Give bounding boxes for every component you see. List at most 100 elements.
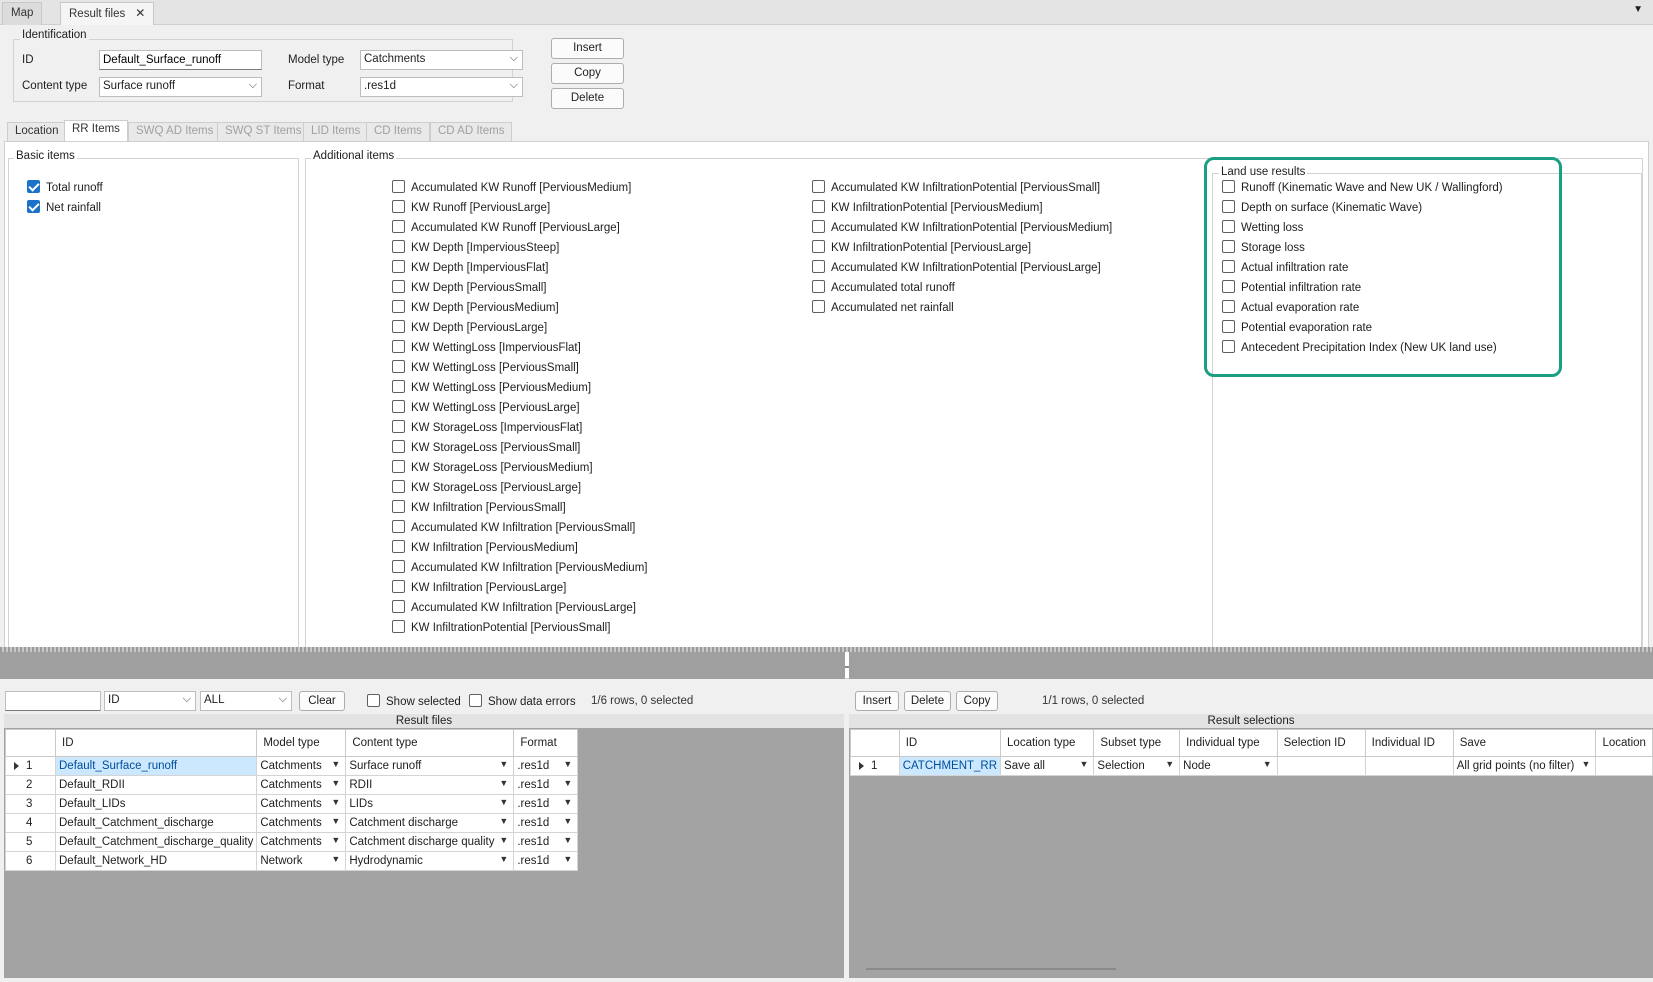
field-select[interactable]: ID ⌵ (104, 691, 196, 711)
checkbox-accumulated-kw-infiltration-perviousmedium[interactable]: Accumulated KW Infiltration [PerviousMed… (392, 560, 647, 574)
column-header-id[interactable]: ID (54, 729, 258, 757)
cell-individual-id[interactable] (1364, 756, 1454, 776)
dropdown-arrow-icon[interactable]: ▼ (563, 854, 572, 864)
row-header[interactable]: 2 (5, 775, 56, 795)
close-icon[interactable]: ✕ (135, 6, 145, 20)
content-type-select[interactable]: Surface runoff ⌵ (99, 77, 262, 97)
dropdown-arrow-icon[interactable]: ▼ (331, 854, 340, 864)
tab-rr-items[interactable]: RR Items (64, 120, 128, 141)
cell-model-type[interactable]: Catchments ▼ (256, 756, 347, 776)
column-header-subset-type[interactable]: Subset type (1093, 729, 1181, 757)
tab-result-files[interactable]: Result files ✕ (60, 2, 155, 25)
dropdown-arrow-icon[interactable]: ▼ (499, 854, 508, 864)
insert-button[interactable]: Insert (551, 38, 624, 59)
tab-swq-st-items[interactable]: SWQ ST Items (217, 122, 310, 141)
search-input[interactable] (5, 691, 101, 711)
checkbox-kw-wettingloss-perviousmedium[interactable]: KW WettingLoss [PerviousMedium] (392, 380, 591, 394)
checkbox-kw-infiltrationpotential-perviouslarge[interactable]: KW InfiltrationPotential [PerviousLarge] (812, 240, 1031, 254)
checkbox-kw-depth-perviouslarge[interactable]: KW Depth [PerviousLarge] (392, 320, 547, 334)
cell-individual-type[interactable]: Node ▼ (1179, 756, 1278, 776)
checkbox-kw-infiltrationpotential-pervioussmall[interactable]: KW InfiltrationPotential [PerviousSmall] (392, 620, 610, 634)
dropdown-arrow-icon[interactable]: ▼ (331, 797, 340, 807)
dropdown-arrow-icon[interactable]: ▼ (563, 778, 572, 788)
checkbox-kw-depth-pervioussmall[interactable]: KW Depth [PerviousSmall] (392, 280, 547, 294)
dropdown-arrow-icon[interactable]: ▼ (499, 797, 508, 807)
checkbox-kw-storageloss-perviousmedium[interactable]: KW StorageLoss [PerviousMedium] (392, 460, 593, 474)
dropdown-arrow-icon[interactable]: ▼ (499, 816, 508, 826)
delete-button[interactable]: Delete (551, 88, 624, 109)
checkbox-kw-runoff-perviouslarge[interactable]: KW Runoff [PerviousLarge] (392, 200, 550, 214)
cell-format[interactable]: .res1d ▼ (513, 775, 579, 795)
table-row[interactable]: 4 Default_Catchment_discharge Catchments ▼ C… (5, 813, 579, 833)
dropdown-arrow-icon[interactable]: ▼ (331, 778, 340, 788)
cell-content-type[interactable]: Surface runoff ▼ (345, 756, 515, 776)
checkbox-accumulated-total-runoff[interactable]: Accumulated total runoff (812, 280, 955, 294)
id-field[interactable] (99, 50, 262, 70)
tab-cd-items[interactable]: CD Items (366, 122, 430, 141)
dropdown-arrow-icon[interactable]: ▼ (1582, 759, 1591, 769)
column-header-id[interactable]: ID (898, 729, 1002, 757)
checkbox-kw-wettingloss-perviouslarge[interactable]: KW WettingLoss [PerviousLarge] (392, 400, 580, 414)
dropdown-arrow-icon[interactable]: ▼ (499, 778, 508, 788)
dropdown-arrow-icon[interactable]: ▼ (563, 816, 572, 826)
cell-format[interactable]: .res1d ▼ (513, 794, 579, 814)
cell-model-type[interactable]: Catchments ▼ (256, 775, 347, 795)
cell-model-type[interactable]: Catchments ▼ (256, 832, 347, 852)
checkbox-kw-depth-impervioussteep[interactable]: KW Depth [ImperviousSteep] (392, 240, 559, 254)
row-header[interactable]: 3 (5, 794, 56, 814)
dropdown-arrow-icon[interactable]: ▼ (1263, 759, 1272, 769)
insert-row-button[interactable]: Insert (855, 691, 899, 711)
row-header[interactable]: 1 (5, 756, 56, 776)
clear-button[interactable]: Clear (299, 691, 345, 711)
column-header-content-type[interactable]: Content type (345, 729, 515, 757)
cell-model-type[interactable]: Network ▼ (256, 851, 347, 871)
checkbox-kw-infiltration-perviousmedium[interactable]: KW Infiltration [PerviousMedium] (392, 540, 578, 554)
cell-content-type[interactable]: Hydrodynamic ▼ (345, 851, 515, 871)
table-row[interactable]: 2 Default_RDII Catchments ▼ RDII ▼ .res1d ▼ (5, 775, 579, 795)
checkbox-kw-storageloss-pervioussmall[interactable]: KW StorageLoss [PerviousSmall] (392, 440, 580, 454)
checkbox-kw-storageloss-perviouslarge[interactable]: KW StorageLoss [PerviousLarge] (392, 480, 581, 494)
cell-content-type[interactable]: LIDs ▼ (345, 794, 515, 814)
cell-id[interactable]: Default_RDII (54, 775, 258, 795)
model-type-select[interactable]: Catchments ⌵ (360, 50, 523, 70)
column-header-save[interactable]: Save (1452, 729, 1597, 757)
cell-model-type[interactable]: Catchments ▼ (256, 813, 347, 833)
cell-format[interactable]: .res1d ▼ (513, 756, 579, 776)
row-header[interactable]: 5 (5, 832, 56, 852)
dropdown-arrow-icon[interactable]: ▼ (563, 797, 572, 807)
checkbox-net-rainfall[interactable]: Net rainfall (27, 200, 101, 214)
checkbox-kw-depth-perviousmedium[interactable]: KW Depth [PerviousMedium] (392, 300, 559, 314)
column-header-format[interactable]: Format (513, 729, 579, 757)
dropdown-arrow-icon[interactable]: ▼ (1165, 759, 1174, 769)
tab-swq-ad-items[interactable]: SWQ AD Items (128, 122, 222, 141)
cell-format[interactable]: .res1d ▼ (513, 813, 579, 833)
table-row[interactable]: 5 Default_Catchment_discharge_quality Catc… (5, 832, 579, 852)
cell-id[interactable]: Default_Catchment_discharge_quality (54, 832, 258, 852)
checkbox-accumulated-kw-runoff-perviouslarge[interactable]: Accumulated KW Runoff [PerviousLarge] (392, 220, 620, 234)
cell-location[interactable] (1595, 756, 1653, 776)
checkbox-total-runoff[interactable]: Total runoff (27, 180, 103, 194)
checkbox-kw-infiltration-perviouslarge[interactable]: KW Infiltration [PerviousLarge] (392, 580, 566, 594)
chevron-down-icon[interactable]: ▼ (1633, 4, 1643, 15)
cell-content-type[interactable]: Catchment discharge quality ▼ (345, 832, 515, 852)
table-row[interactable]: 6 Default_Network_HD Network ▼ Hydrodynamic ▼… (5, 851, 579, 871)
copy-button[interactable]: Copy (551, 63, 624, 84)
dropdown-arrow-icon[interactable]: ▼ (331, 816, 340, 826)
cell-selection-id[interactable] (1276, 756, 1366, 776)
cell-model-type[interactable]: Catchments ▼ (256, 794, 347, 814)
cell-content-type[interactable]: Catchment discharge ▼ (345, 813, 515, 833)
dropdown-arrow-icon[interactable]: ▼ (331, 835, 340, 845)
show-data-errors-checkbox[interactable]: Show data errors (469, 694, 576, 708)
checkbox-accumulated-kw-infiltrationpotential-perviousmedium[interactable]: Accumulated KW InfiltrationPotential [Pe… (812, 220, 1112, 234)
checkbox-accumulated-kw-infiltration-pervioussmall[interactable]: Accumulated KW Infiltration [PerviousSma… (392, 520, 635, 534)
tab-map[interactable]: Map (2, 2, 43, 25)
copy-row-button[interactable]: Copy (956, 691, 998, 711)
cell-id[interactable]: Default_Surface_runoff (54, 756, 258, 776)
cell-id[interactable]: Default_Network_HD (54, 851, 258, 871)
table-row[interactable]: 1 Default_Surface_runoff Catchments ▼ Surfac… (5, 756, 579, 776)
checkbox-accumulated-net-rainfall[interactable]: Accumulated net rainfall (812, 300, 954, 314)
table-row[interactable]: 3 Default_LIDs Catchments ▼ LIDs ▼ .res1d ▼ (5, 794, 579, 814)
tab-lid-items[interactable]: LID Items (303, 122, 369, 141)
format-select[interactable]: .res1d ⌵ (360, 77, 523, 97)
checkbox-kw-wettingloss-imperviousflat[interactable]: KW WettingLoss [ImperviousFlat] (392, 340, 581, 354)
